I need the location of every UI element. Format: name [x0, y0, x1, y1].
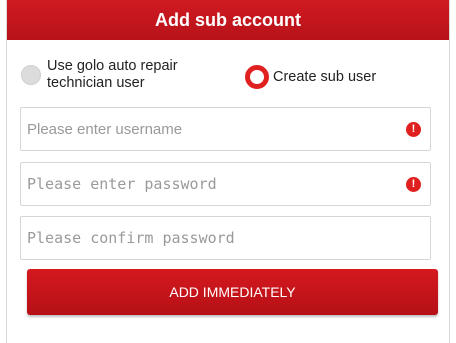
- username-input[interactable]: [21, 108, 430, 150]
- radio-selected-icon: [245, 65, 269, 89]
- radio-unselected-icon: [21, 65, 41, 85]
- dialog-title-bar: Add sub account: [7, 0, 449, 40]
- radio-label-create-sub-user: Create sub user: [273, 68, 377, 85]
- password-warning-icon: !: [406, 177, 421, 192]
- add-sub-account-dialog: Add sub account Use golo auto repair tec…: [6, 0, 450, 343]
- username-field-container: !: [20, 107, 431, 151]
- confirm-password-field-container: [20, 216, 431, 260]
- password-input[interactable]: [21, 163, 430, 205]
- dialog-title: Add sub account: [154, 9, 301, 30]
- radio-label-golo-technician: Use golo auto repair technician user: [47, 58, 178, 91]
- add-immediately-button[interactable]: ADD IMMEDIATELY: [27, 269, 438, 315]
- confirm-password-input[interactable]: [21, 217, 430, 259]
- account-type-selector: Use golo auto repair technician user Cre…: [7, 58, 449, 100]
- radio-option-create-sub-user[interactable]: Create sub user: [245, 65, 376, 89]
- radio-option-golo-technician[interactable]: Use golo auto repair technician user: [21, 58, 207, 92]
- username-warning-icon: !: [406, 122, 421, 137]
- password-field-container: !: [20, 162, 431, 206]
